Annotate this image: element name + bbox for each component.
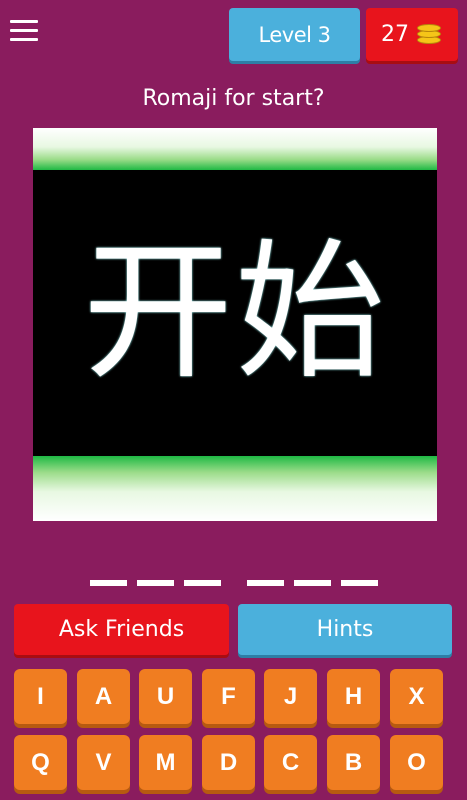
picture-kanji-text: 开始	[82, 226, 387, 400]
answer-slots	[0, 580, 467, 590]
answer-slot[interactable]	[137, 580, 174, 586]
letter-key[interactable]: V	[77, 735, 130, 790]
letter-key[interactable]: M	[139, 735, 192, 790]
letter-key[interactable]: C	[264, 735, 317, 790]
letter-key[interactable]: H	[327, 669, 380, 724]
hints-button[interactable]: Hints	[238, 604, 452, 655]
menu-button[interactable]	[10, 20, 40, 46]
answer-slot[interactable]	[294, 580, 331, 586]
coins-count: 27	[381, 22, 409, 47]
letter-key[interactable]: X	[390, 669, 443, 724]
letter-key[interactable]: Q	[14, 735, 67, 790]
letter-key[interactable]: J	[264, 669, 317, 724]
level-label: Level 3	[258, 22, 331, 47]
answer-slot[interactable]	[184, 580, 221, 586]
hints-label: Hints	[316, 617, 374, 642]
letter-key[interactable]: A	[77, 669, 130, 724]
ask-friends-label: Ask Friends	[58, 617, 185, 642]
question-text: Romaji for start?	[142, 86, 325, 111]
answer-slot[interactable]	[90, 580, 127, 586]
picture-top-band	[33, 128, 437, 170]
letter-key[interactable]: O	[390, 735, 443, 790]
coin-stack-icon	[417, 23, 443, 46]
puzzle-picture: 开始	[33, 128, 437, 521]
coins-button[interactable]: 27	[366, 8, 458, 61]
level-button[interactable]: Level 3	[229, 8, 360, 61]
letter-key[interactable]: B	[327, 735, 380, 790]
picture-kanji-panel: 开始	[33, 170, 437, 456]
answer-slot[interactable]	[341, 580, 378, 586]
picture-bottom-band	[33, 456, 437, 521]
letter-key[interactable]: D	[202, 735, 255, 790]
ask-friends-button[interactable]: Ask Friends	[14, 604, 229, 655]
letter-key[interactable]: F	[202, 669, 255, 724]
letter-key[interactable]: I	[14, 669, 67, 724]
hamburger-menu-icon	[10, 20, 38, 23]
answer-slot[interactable]	[247, 580, 284, 586]
letter-key[interactable]: U	[139, 669, 192, 724]
